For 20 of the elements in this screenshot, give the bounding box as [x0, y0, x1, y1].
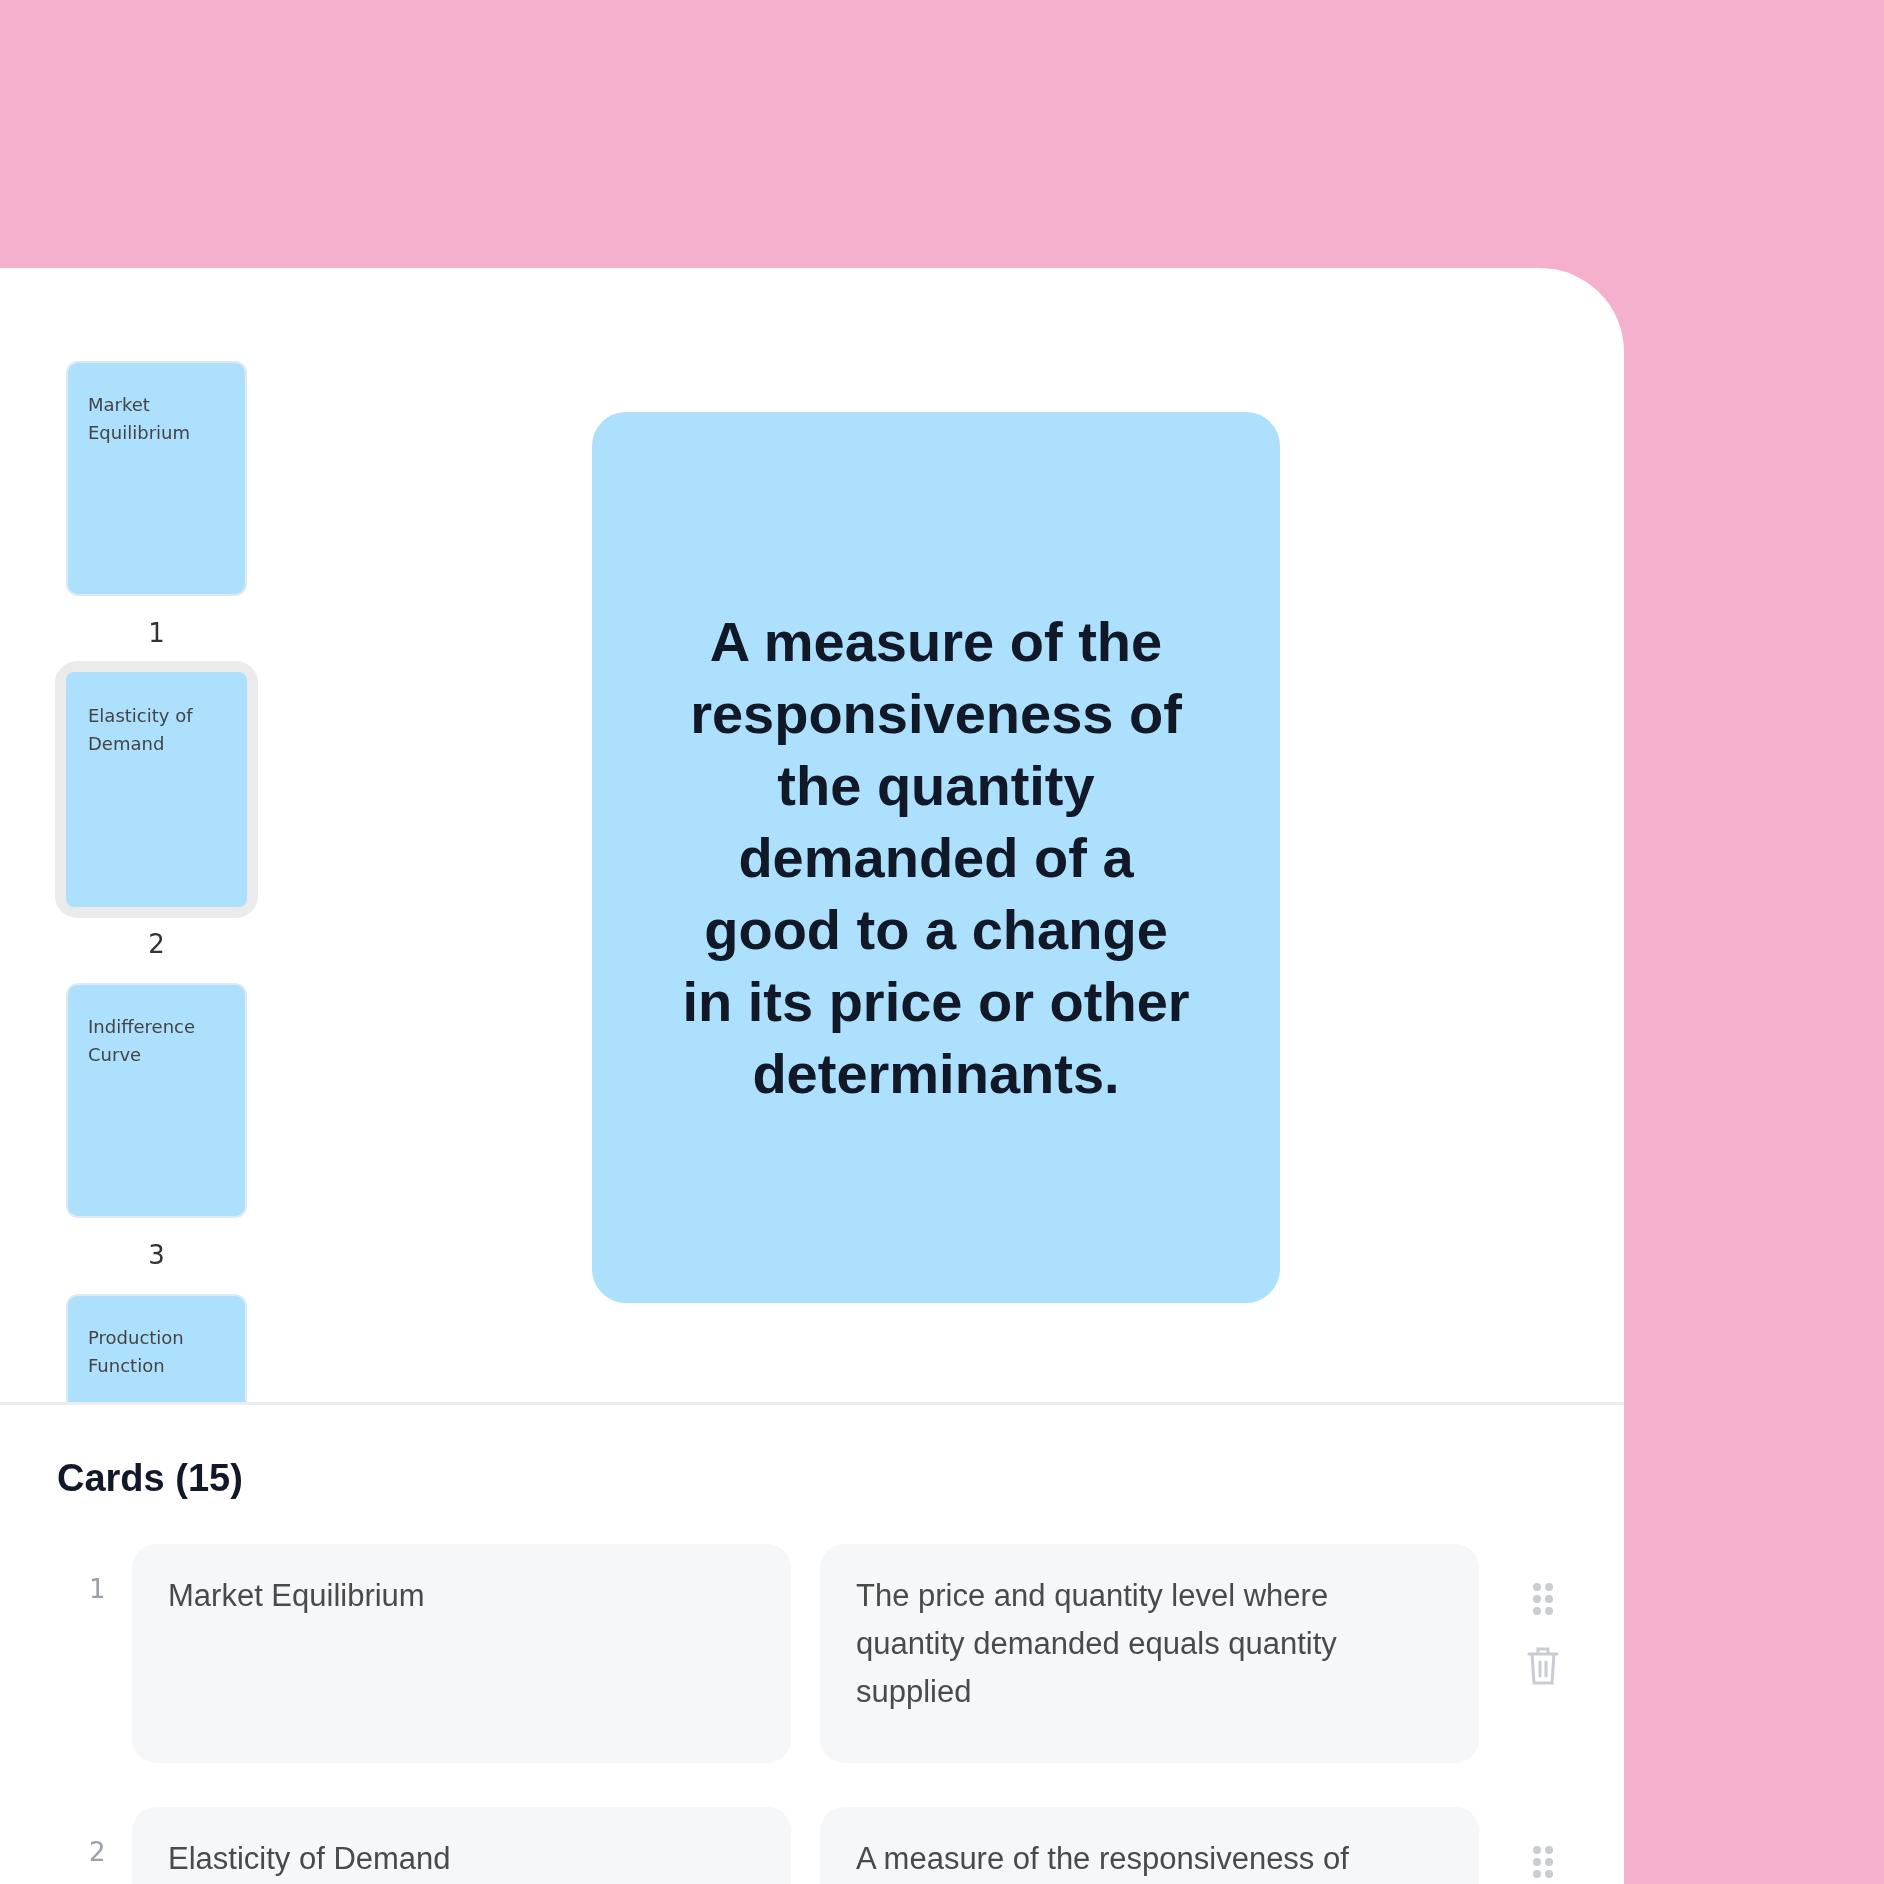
- cards-heading: Cards (15): [57, 1457, 244, 1500]
- definition-field[interactable]: A measure of the responsiveness of: [820, 1807, 1479, 1884]
- trash-icon[interactable]: [1527, 1646, 1559, 1686]
- thumbnail-label: Elasticity of Demand: [88, 704, 194, 756]
- flashcard-text: A measure of the responsiveness of the quantity demanded of a good to a change in its price or other determinants.: [681, 608, 1191, 1107]
- flashcard-preview[interactable]: A measure of the responsiveness of the quantity demanded of a good to a change in its price or other determinants.: [592, 412, 1280, 1303]
- thumbnail-label: Indifference Curve: [88, 1015, 197, 1067]
- card-number: 3: [148, 1239, 165, 1272]
- term-field[interactable]: Market Equilibrium: [132, 1544, 791, 1763]
- card-number: 2: [148, 928, 165, 961]
- drag-handle-icon[interactable]: [1532, 1582, 1554, 1616]
- definition-field[interactable]: The price and quantity level where quantity demanded equals quantity supplied: [820, 1544, 1479, 1763]
- row-number: 2: [88, 1836, 107, 1867]
- thumbnail-card[interactable]: Elasticity of Demand: [55, 661, 258, 918]
- drag-handle-icon[interactable]: [1532, 1845, 1554, 1879]
- row-number: 1: [88, 1573, 107, 1604]
- term-field[interactable]: Elasticity of Demand: [132, 1807, 791, 1884]
- thumbnail-label: Market Equilibrium: [88, 393, 191, 445]
- thumbnail-label: Production Function: [88, 1326, 185, 1378]
- card-number: 1: [148, 617, 165, 650]
